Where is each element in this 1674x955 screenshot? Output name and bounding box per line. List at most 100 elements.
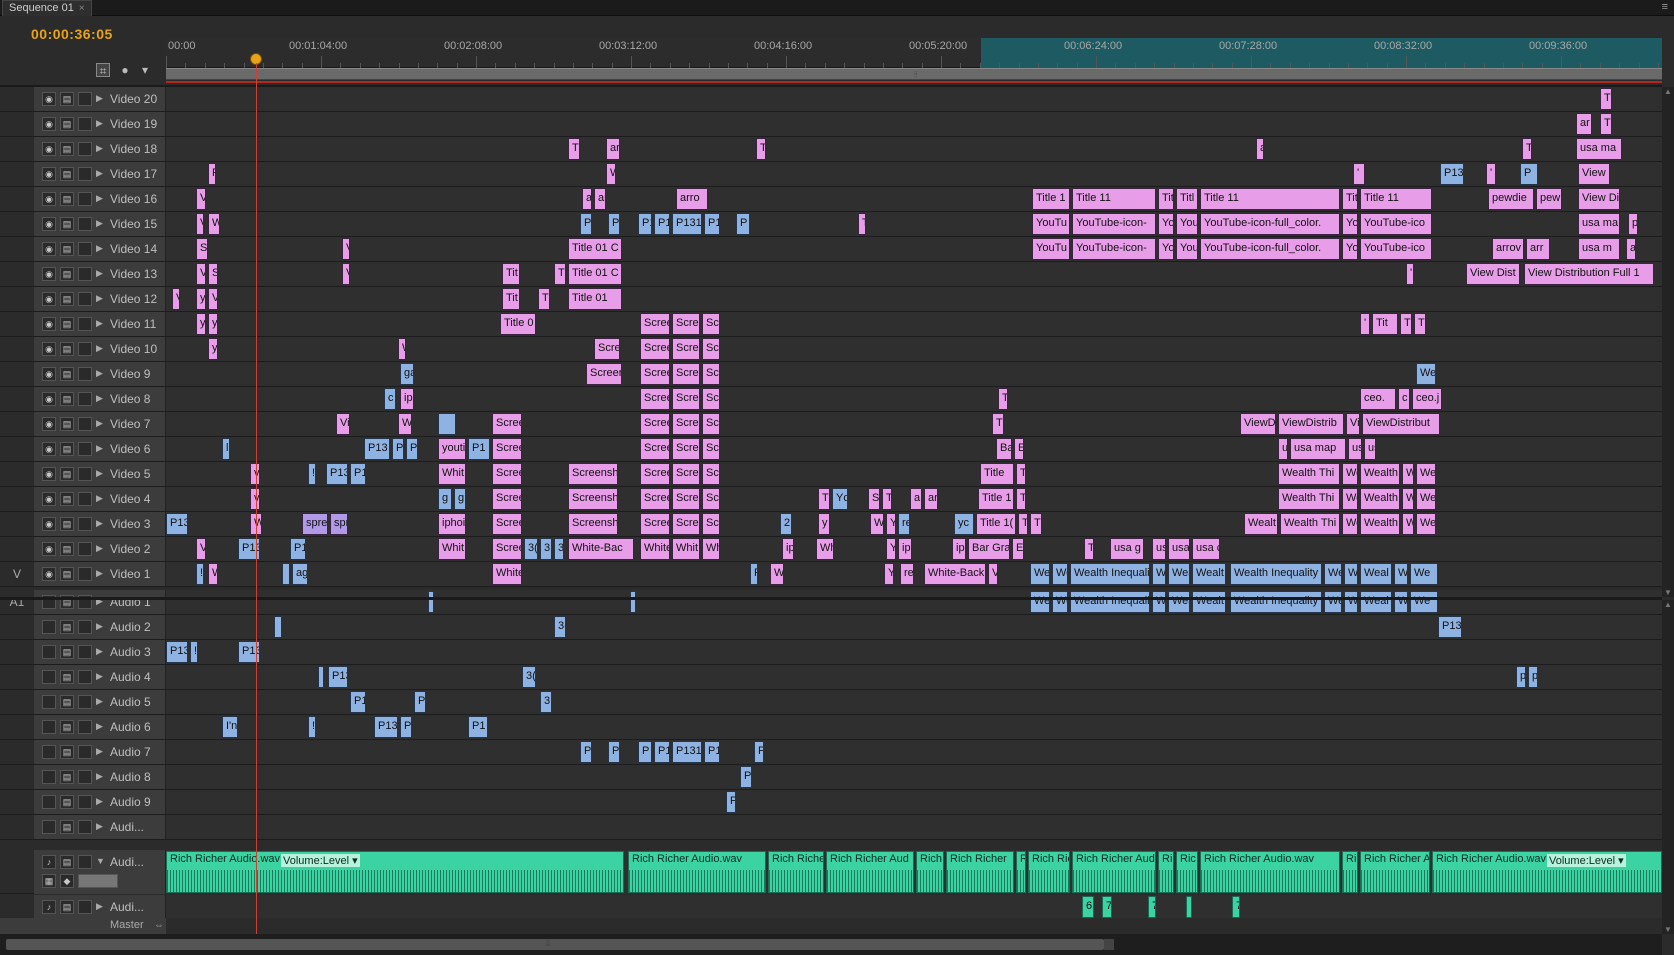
timeline-clip[interactable]: T [1600,88,1612,110]
audio-clip[interactable]: Rich Ric [1028,851,1070,893]
timeline-clip[interactable]: W [1344,563,1358,585]
sync-lock-icon[interactable]: ▤ [60,670,74,684]
timeline-clip[interactable]: P1 [638,213,652,235]
speaker-icon[interactable] [42,820,56,834]
keyframe-display-icon[interactable]: ▦ [42,874,56,888]
eye-icon[interactable]: ◉ [42,567,56,581]
timeline-clip[interactable]: W [1402,463,1414,485]
timeline-clip[interactable]: White-Back [924,563,986,585]
source-patch[interactable] [0,740,34,764]
eye-icon[interactable]: ◉ [42,367,56,381]
expand-icon[interactable]: ▶ [96,93,103,104]
timeline-clip[interactable]: ceo. [1360,388,1396,410]
timeline-clip[interactable]: a [582,188,592,210]
timeline-clip[interactable]: spr [330,513,348,535]
timeline-clip[interactable]: Weal [1360,563,1392,585]
eye-icon[interactable]: ◉ [42,92,56,106]
collapse-icon[interactable]: ▼ [96,856,105,866]
sync-lock-icon[interactable]: ▤ [60,342,74,356]
timeline-clip[interactable]: us [1152,538,1166,560]
timeline-clip[interactable]: W [1152,591,1166,613]
timeline-clip[interactable]: YouTube-icon- [1072,213,1156,235]
timeline-clip[interactable]: P1 [350,463,366,485]
track-lane[interactable]: Tar Ta Tusa ma [166,137,1662,161]
timeline-clip[interactable]: P1 [350,691,366,713]
timeline-clip[interactable]: Scree [672,463,700,485]
timeline-clip[interactable]: l' [222,438,230,460]
timeline-clip[interactable]: P [726,791,736,813]
speaker-icon[interactable] [42,795,56,809]
source-patch[interactable] [0,187,34,211]
audio-lane[interactable]: 6777 [166,895,1662,918]
timeline-clip[interactable]: P13 [1438,616,1462,638]
timeline-clip[interactable]: Screensh [568,513,618,535]
timeline-clip[interactable]: Yo [1342,238,1358,260]
timeline-clip[interactable]: ' [1360,313,1370,335]
track-lock-icon[interactable] [78,217,92,231]
expand-icon[interactable]: ▶ [96,468,103,479]
timeline-clip[interactable]: ' [1406,263,1414,285]
timeline-clip[interactable]: T [858,213,866,235]
timeline-clip[interactable]: c [1398,388,1410,410]
timeline-clip[interactable]: P [740,766,752,788]
expand-icon[interactable]: ▶ [96,168,103,179]
source-patch[interactable] [0,537,34,561]
work-area-bar[interactable]: ⦙⦙ [166,68,1662,80]
timeline-clip[interactable]: pewdie [1488,188,1534,210]
timeline-clip[interactable]: Scree [672,363,700,385]
eye-icon[interactable]: ◉ [42,167,56,181]
sync-lock-icon[interactable]: ▤ [60,192,74,206]
source-patch[interactable] [0,690,34,714]
marker-icon[interactable]: ● [118,63,132,77]
track-lane[interactable]: SVTitle 01 CYouTuYouTube-icon-YoYouYouTu… [166,237,1662,261]
timeline-clip[interactable]: V [196,188,206,210]
timeline-clip[interactable]: YouTube-icon- [1072,238,1156,260]
timeline-clip[interactable]: V [172,288,180,310]
track-lane[interactable]: !WagaWhitePWlYreWhite-BackVWeWeWealth In… [166,562,1662,586]
source-patch[interactable] [0,337,34,361]
timeline-clip[interactable]: Yo [1158,238,1174,260]
timeline-clip[interactable]: Screensh [568,463,618,485]
timeline-clip[interactable]: Scree [492,488,522,510]
timeline-clip[interactable]: y [196,288,206,310]
speaker-icon[interactable] [42,770,56,784]
track-lane[interactable]: gaScreenScreeScreeScrWe [166,362,1662,386]
timeline-clip[interactable]: W [208,213,220,235]
timeline-clip[interactable]: Wealth [1360,513,1400,535]
sync-lock-icon[interactable]: ▤ [60,417,74,431]
timeline-clip[interactable]: We [1052,563,1068,585]
timeline-clip[interactable]: P [208,163,216,185]
timeline-clip[interactable]: Tit [1372,313,1398,335]
timeline-clip[interactable]: Screensh [568,488,618,510]
timeline-clip[interactable]: Scree [640,363,670,385]
audio-clip[interactable]: Rich Richer Audio.wav [1200,851,1340,893]
source-patch[interactable] [0,462,34,486]
track-lock-icon[interactable] [78,92,92,106]
source-patch[interactable] [0,212,34,236]
expand-icon[interactable]: ▶ [96,821,103,832]
timeline-clip[interactable]: Scree [672,513,700,535]
track-lane[interactable]: 3(P13 [166,615,1662,639]
expand-icon[interactable]: ▶ [96,796,103,807]
timeline-clip[interactable]: We [1416,513,1436,535]
sync-lock-icon[interactable]: ▤ [60,517,74,531]
timeline-clip[interactable]: Titl [1176,188,1198,210]
expand-icon[interactable]: ▶ [96,901,103,912]
expand-icon[interactable]: ▶ [96,118,103,129]
track-lock-icon[interactable] [78,670,92,684]
panel-menu-icon[interactable]: ≡ [1662,1,1668,13]
eye-icon[interactable]: ◉ [42,442,56,456]
timeline-clip[interactable]: Title 11 [1072,188,1156,210]
timeline-clip[interactable]: ceo.j [1412,388,1442,410]
timeline-clip[interactable]: P [392,438,404,460]
sync-lock-icon[interactable]: ▤ [60,795,74,809]
track-lane[interactable]: viggScreeScreenshScreeScreeScrTYcScTaarT… [166,487,1662,511]
timeline-clip[interactable]: T [1016,463,1026,485]
timeline-clip[interactable]: Yc [832,488,848,510]
video-audio-divider[interactable] [0,597,1662,600]
track-lock-icon[interactable] [78,645,92,659]
timeline-clip[interactable]: 6 [1082,896,1094,918]
source-patch[interactable] [0,487,34,511]
timeline-clip[interactable]: Scree [492,413,522,435]
timeline-clip[interactable]: ip [782,538,794,560]
